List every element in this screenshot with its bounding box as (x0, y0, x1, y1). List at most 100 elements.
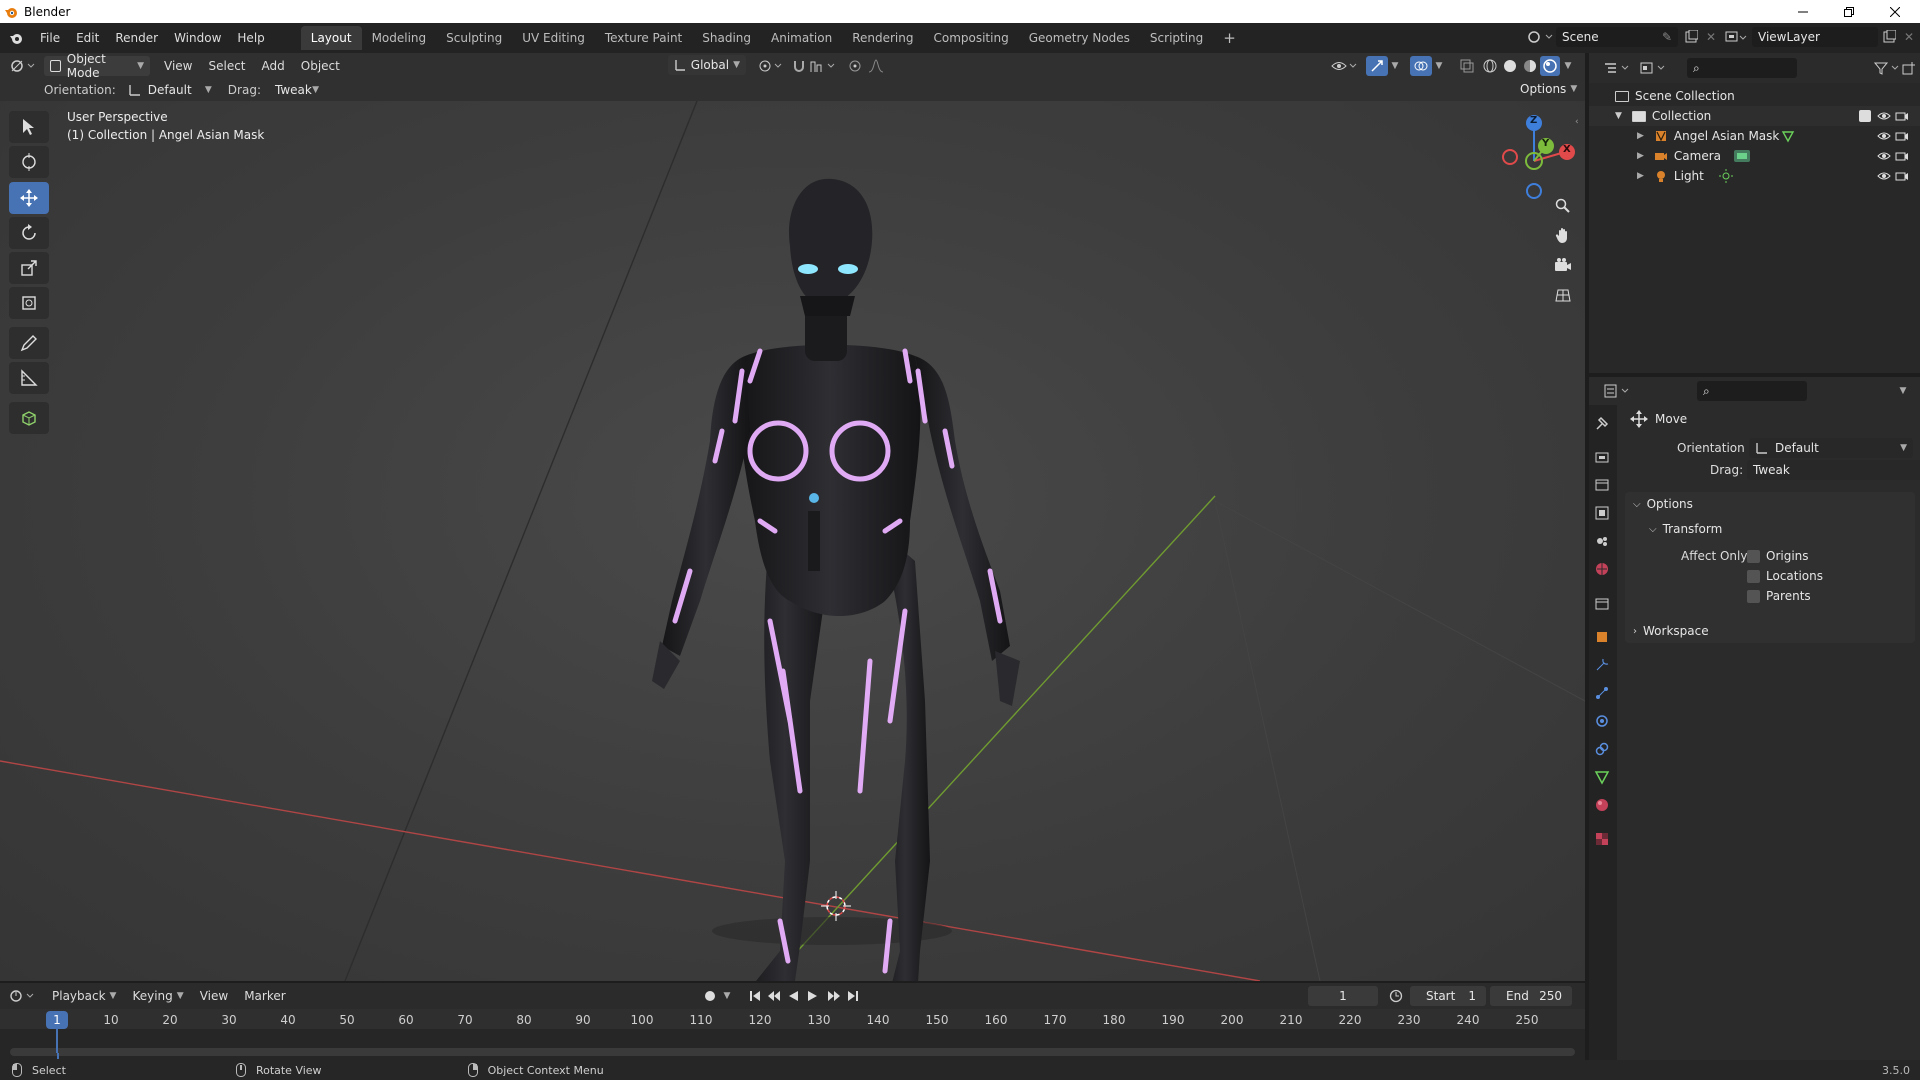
timeline-scrollbar[interactable] (10, 1048, 1575, 1056)
toggle-perspective-button[interactable] (1549, 281, 1577, 309)
proportional-editing-icon[interactable] (846, 57, 864, 75)
menu-select[interactable]: Select (200, 55, 253, 77)
drag-dropdown[interactable]: Tweak ▼ (1747, 460, 1920, 480)
tab-uv-editing[interactable]: UV Editing (512, 26, 595, 50)
rotate-tool[interactable] (9, 217, 49, 249)
outliner-row-collection[interactable]: ▼ Collection (1589, 106, 1920, 126)
zoom-button[interactable] (1549, 192, 1577, 220)
expand-arrow-icon[interactable]: ▶ (1637, 171, 1644, 181)
menu-add[interactable]: Add (254, 55, 293, 77)
add-cube-tool[interactable] (9, 402, 49, 434)
outliner-search-input[interactable]: ⌕ (1687, 58, 1797, 78)
expand-arrow-icon[interactable]: ▶ (1637, 131, 1644, 141)
menu-playback[interactable]: Playback ▼ (44, 985, 124, 1007)
properties-editor-icon[interactable] (1603, 380, 1635, 402)
menu-edit[interactable]: Edit (68, 27, 107, 49)
add-workspace-button[interactable]: + (1213, 26, 1246, 50)
new-collection-icon[interactable] (1899, 57, 1919, 79)
data-tab-icon[interactable] (1591, 766, 1613, 788)
world-tab-icon[interactable] (1591, 558, 1613, 580)
playhead-frame-label[interactable]: 1 (46, 1011, 68, 1029)
options-panel-header[interactable]: ⌵ Options (1633, 493, 1693, 515)
start-frame-field[interactable]: Start 1 (1410, 986, 1486, 1006)
tab-modeling[interactable]: Modeling (362, 26, 437, 50)
checkbox[interactable] (1747, 569, 1760, 583)
snap-target-icon[interactable] (808, 57, 840, 75)
collection-tab-icon[interactable] (1591, 592, 1613, 614)
tab-texture-paint[interactable]: Texture Paint (595, 26, 692, 50)
menu-window[interactable]: Window (166, 27, 229, 49)
particles-tab-icon[interactable] (1591, 682, 1613, 704)
jump-end-icon[interactable] (844, 986, 862, 1006)
outliner-editor-icon[interactable] (1603, 57, 1635, 79)
annotate-tool[interactable] (9, 327, 49, 359)
scene-selector-icon[interactable] (1524, 26, 1554, 48)
measure-tool[interactable] (9, 362, 49, 394)
cursor-tool[interactable] (9, 146, 49, 178)
transform-orientation-dropdown[interactable]: Global ▼ (668, 55, 746, 75)
expand-arrow-icon[interactable]: ▼ (1615, 111, 1622, 121)
delete-viewlayer-icon[interactable]: ✕ (1900, 27, 1918, 47)
scene-tab-icon[interactable] (1591, 530, 1613, 552)
menu-render[interactable]: Render (107, 27, 166, 49)
delete-scene-icon[interactable]: ✕ (1702, 27, 1720, 47)
use-preview-range-icon[interactable] (1386, 986, 1406, 1006)
render-tab-icon[interactable] (1591, 446, 1613, 468)
shading-dropdown-icon[interactable]: ▼ (1560, 56, 1576, 76)
exclude-checkbox[interactable] (1859, 110, 1871, 122)
tab-rendering[interactable]: Rendering (842, 26, 923, 50)
texture-tab-icon[interactable] (1591, 828, 1613, 850)
menu-view[interactable]: View (156, 55, 200, 77)
material-shading-icon[interactable] (1520, 56, 1540, 76)
end-frame-field[interactable]: End 250 (1490, 986, 1572, 1006)
object-tab-icon[interactable] (1591, 626, 1613, 648)
rendered-shading-icon[interactable] (1540, 56, 1560, 76)
options-dropdown[interactable]: Options ▼ (1514, 79, 1580, 99)
timeline-track-area[interactable] (0, 1029, 1585, 1063)
render-camera-icon[interactable] (1895, 149, 1909, 163)
pan-button[interactable] (1549, 221, 1577, 249)
transform-tool[interactable] (9, 287, 49, 319)
chevron-down-icon[interactable]: ▼ (1893, 381, 1913, 401)
eye-icon[interactable] (1877, 109, 1891, 123)
menu-object[interactable]: Object (293, 55, 348, 77)
tab-layout[interactable]: Layout (300, 26, 362, 50)
jump-keyframe-back-icon[interactable] (764, 986, 784, 1006)
orientation-dropdown[interactable]: Default ▼ (121, 79, 218, 100)
menu-help[interactable]: Help (229, 27, 272, 49)
properties-search-input[interactable]: ⌕ (1697, 381, 1807, 401)
new-scene-icon[interactable] (1680, 27, 1702, 47)
outliner-row-light[interactable]: ▶ Light (1589, 166, 1920, 186)
menu-timeline-view[interactable]: View (192, 985, 236, 1007)
menu-file[interactable]: File (32, 27, 68, 49)
viewlayer-icon[interactable] (1722, 27, 1752, 47)
move-tool[interactable] (9, 182, 49, 214)
tab-shading[interactable]: Shading (692, 26, 761, 50)
render-camera-icon[interactable] (1895, 129, 1909, 143)
origins-checkbox[interactable]: Origins (1747, 547, 1809, 565)
scene-field[interactable]: Scene ✎ (1556, 27, 1678, 47)
overlays-toggle-icon[interactable] (1410, 56, 1432, 76)
light-icon[interactable] (1719, 169, 1733, 183)
play-reverse-icon[interactable] (784, 986, 802, 1006)
close-button[interactable] (1872, 0, 1918, 23)
overlays-dropdown-icon[interactable]: ▼ (1432, 56, 1446, 76)
3d-viewport[interactable]: User Perspective (1) Collection | Angel … (0, 101, 1585, 981)
parents-checkbox[interactable]: Parents (1747, 587, 1811, 605)
locations-checkbox[interactable]: Locations (1747, 567, 1823, 585)
minimize-button[interactable] (1780, 0, 1826, 23)
orientation-dropdown[interactable]: Default ▼ (1749, 438, 1913, 458)
character-model[interactable] (652, 178, 1020, 981)
tool-tab-icon[interactable] (1591, 412, 1613, 434)
editor-type-icon[interactable] (4, 55, 44, 77)
mode-dropdown[interactable]: Object Mode ▼ (44, 52, 150, 80)
view-layer-tab-icon[interactable] (1591, 502, 1613, 524)
menu-marker[interactable]: Marker (236, 985, 293, 1007)
workspace-panel-header[interactable]: › Workspace (1625, 619, 1915, 643)
material-tab-icon[interactable] (1591, 794, 1613, 816)
outliner-row-scene-collection[interactable]: Scene Collection (1589, 86, 1920, 106)
drag-dropdown[interactable]: Tweak ▼ (268, 79, 325, 100)
transform-subpanel-header[interactable]: ⌵ Transform (1649, 518, 1722, 540)
chevron-down-icon[interactable]: ▼ (720, 986, 734, 1006)
camera-view-button[interactable] (1549, 251, 1577, 279)
